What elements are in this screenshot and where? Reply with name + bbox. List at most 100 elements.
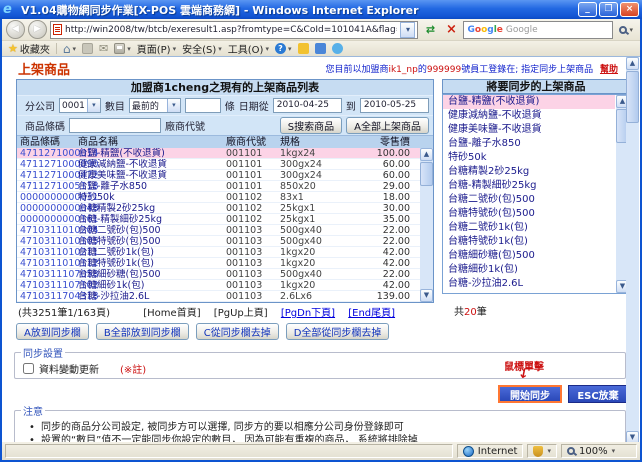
table-row[interactable]: 4710311010105 台糖特號砂(包)500 001103 500gx40… <box>17 236 433 247</box>
table-row[interactable]: 4710311010204 台糖二號砂(包)500 001103 500gx40… <box>17 225 433 236</box>
refresh-icon[interactable]: ⇄ <box>421 21 439 39</box>
stop-icon[interactable]: × <box>442 21 460 39</box>
minimize-button[interactable]: _ <box>578 2 597 17</box>
table-row[interactable]: 4710311010211 台糖二號砂1k(包) 001103 1kgx20 4… <box>17 247 433 258</box>
url-dropdown-icon[interactable]: ▾ <box>400 22 415 38</box>
mail-icon[interactable]: ✉ <box>99 43 108 54</box>
cell-price: 22.00 <box>339 269 415 279</box>
messenger-icon[interactable] <box>298 43 309 54</box>
chevron-down-icon[interactable]: ▾ <box>167 99 180 112</box>
date-from-input[interactable]: 2010-04-25 <box>273 98 342 113</box>
add-to-sync-button[interactable]: A放到同步欄 <box>16 323 89 340</box>
search-products-button[interactable]: S搜索商品 <box>280 117 342 134</box>
back-button[interactable]: ◀ <box>6 20 25 39</box>
table-row[interactable]: 4710311010112 台糖特號砂1k(包) 001103 1kgx20 4… <box>17 258 433 269</box>
list-item[interactable]: 特砂50k <box>443 151 615 165</box>
search-box[interactable]: Google Google <box>463 21 613 39</box>
table-row[interactable]: 4711271000014 台鹽-精鹽(不收退貨) 001101 1kgx24 … <box>17 148 433 159</box>
table-row[interactable]: 4710311107102 台糖細砂1k(包) 001103 1kgx20 42… <box>17 280 433 291</box>
esc-cancel-button[interactable]: ESC放棄 <box>568 385 628 403</box>
list-item[interactable]: 台糖-沙拉油2.6L <box>443 277 615 291</box>
home-button[interactable]: ⌂▾ <box>63 43 76 55</box>
search-button[interactable]: ▾ <box>616 21 636 39</box>
page-scrollbar[interactable]: ▲ ▼ <box>626 57 639 444</box>
chevron-down-icon[interactable]: ▾ <box>87 99 100 112</box>
list-item[interactable]: 健康減納鹽-不收退貨 <box>443 109 615 123</box>
safety-menu[interactable]: 安全(S)▾ <box>182 41 222 56</box>
list-item[interactable]: 台糖特號砂1k(包) <box>443 235 615 249</box>
help-menu[interactable]: ?▾ <box>275 43 292 54</box>
remove-from-sync-button[interactable]: C從同步欄去掉 <box>196 323 279 340</box>
search-input[interactable]: Google <box>506 25 538 35</box>
cell-spec: 300gx24 <box>277 159 339 169</box>
actions-row: A放到同步欄 B全部放到同步欄 C從同步欄去掉 D全部從同步欄去掉 <box>16 323 389 340</box>
cell-barcode: 4710311704318 <box>17 291 75 301</box>
list-item[interactable]: 台糖細砂糖(包)500 <box>443 249 615 263</box>
close-button[interactable]: × <box>620 2 639 17</box>
list-item[interactable]: 台糖精製2砂25kg <box>443 165 615 179</box>
table-row[interactable]: 0000000000031 特砂50k 001102 83x1 18.00 <box>17 192 433 203</box>
onenote-icon[interactable] <box>315 43 326 54</box>
list-item[interactable]: 健康美味鹽-不收退貨 <box>443 123 615 137</box>
tools-menu[interactable]: 工具(O)▾ <box>228 41 269 56</box>
scroll-down-icon[interactable]: ▼ <box>420 289 433 302</box>
help-link[interactable]: 幫助 <box>600 65 618 75</box>
page-down-link[interactable]: [PgDn下頁] <box>281 308 335 319</box>
favorites-button[interactable]: ★ 收藏夾 <box>8 41 50 56</box>
print-button[interactable]: ▾ <box>114 43 131 54</box>
cell-vendor: 001103 <box>223 225 277 235</box>
list-item[interactable]: 台鹽-精鹽(不收退貨) <box>443 95 615 109</box>
list-item[interactable]: 台糖-精製細砂25kg <box>443 179 615 193</box>
cell-name: 台糖細砂糖(包)500 <box>75 269 223 279</box>
table-scrollbar[interactable]: ▲ ▼ <box>420 148 433 302</box>
table-row[interactable]: 0000000000048 台糖精製2砂25kg 001102 25kgx1 3… <box>17 203 433 214</box>
research-icon[interactable] <box>332 43 343 54</box>
url-box[interactable]: http://win2008/tw/btcb/exeresult1.asp?fr… <box>50 21 418 39</box>
scroll-up-icon[interactable]: ▲ <box>626 57 639 70</box>
list-item[interactable]: 台糖二號砂1k(包) <box>443 221 615 235</box>
cell-price: 60.00 <box>339 159 415 169</box>
table-row[interactable]: 4710311107058 台糖細砂糖(包)500 001103 500gx40… <box>17 269 433 280</box>
add-all-to-sync-button[interactable]: B全部放到同步欄 <box>96 323 189 340</box>
data-update-checkbox[interactable] <box>23 363 34 374</box>
cell-barcode: 4710311010105 <box>17 236 75 246</box>
table-row[interactable]: 4711271005118 台鹽-離子水850 001101 850x20 29… <box>17 181 433 192</box>
sync-listbox[interactable]: 台鹽-精鹽(不收退貨)健康減納鹽-不收退貨健康美味鹽-不收退貨台鹽-離子水850… <box>442 94 630 294</box>
table-row[interactable]: 4711271000090 健康減納鹽-不收退貨 001101 300gx24 … <box>17 159 433 170</box>
start-sync-button[interactable]: 開始同步 <box>498 385 562 403</box>
login-notice: 您目前以加盟商ik1_np的999999號員工登錄在; 指定同步上架商品 幫助 <box>325 62 618 75</box>
cell-price: 22.00 <box>339 225 415 235</box>
zoom-control[interactable]: 100% ▾ <box>561 444 637 458</box>
page-menu[interactable]: 頁面(P)▾ <box>137 41 176 56</box>
cell-name: 台糖二號砂(包)500 <box>75 225 223 235</box>
scroll-thumb[interactable] <box>626 71 639 123</box>
page-end-link[interactable]: [End尾頁] <box>348 308 395 319</box>
cell-price: 42.00 <box>339 247 415 257</box>
forward-button[interactable]: ▶ <box>28 20 47 39</box>
remove-all-from-sync-button[interactable]: D全部從同步欄去掉 <box>286 323 390 340</box>
date-to-input[interactable]: 2010-05-25 <box>360 98 429 113</box>
notes-fieldset: 注意 同步的商品分公司設定, 被同步方可以選擇, 同步方的要以相應分公司身份登錄… <box>14 403 626 444</box>
list-item[interactable]: 台鹽-離子水850 <box>443 137 615 151</box>
list-item[interactable]: 台糖二號砂(包)500 <box>443 193 615 207</box>
table-row[interactable]: 4710311704318 台糖-沙拉油2.6L 001103 2.6Lx6 1… <box>17 291 433 302</box>
scroll-up-icon[interactable]: ▲ <box>420 148 433 161</box>
count-input[interactable] <box>185 98 221 113</box>
maximize-button[interactable]: ❐ <box>599 2 618 17</box>
feeds-icon[interactable] <box>82 43 93 54</box>
branch-select[interactable]: 0001▾ <box>59 98 101 113</box>
scroll-thumb[interactable] <box>420 162 433 186</box>
barcode-label: 商品條碼 <box>25 118 65 133</box>
all-products-button[interactable]: A全部上架商品 <box>346 117 429 134</box>
table-row[interactable]: 0000000000161 台糖-精製細砂25kg 001102 25kgx1 … <box>17 214 433 225</box>
list-item[interactable]: 台糖特號砂(包)500 <box>443 207 615 221</box>
cell-name: 台鹽-離子水850 <box>75 181 223 191</box>
help-icon: ? <box>275 43 286 54</box>
order-select[interactable]: 最前的▾ <box>129 98 181 113</box>
filter-panel[interactable]: ▾ <box>527 444 557 458</box>
barcode-input[interactable] <box>69 118 161 133</box>
table-row[interactable]: 4711271000472 健康美味鹽-不收退貨 001101 300gx24 … <box>17 170 433 181</box>
cell-price: 18.00 <box>339 192 415 202</box>
url-text[interactable]: http://win2008/tw/btcb/exeresult1.asp?fr… <box>65 25 397 35</box>
list-item[interactable]: 台糖細砂1k(包) <box>443 263 615 277</box>
